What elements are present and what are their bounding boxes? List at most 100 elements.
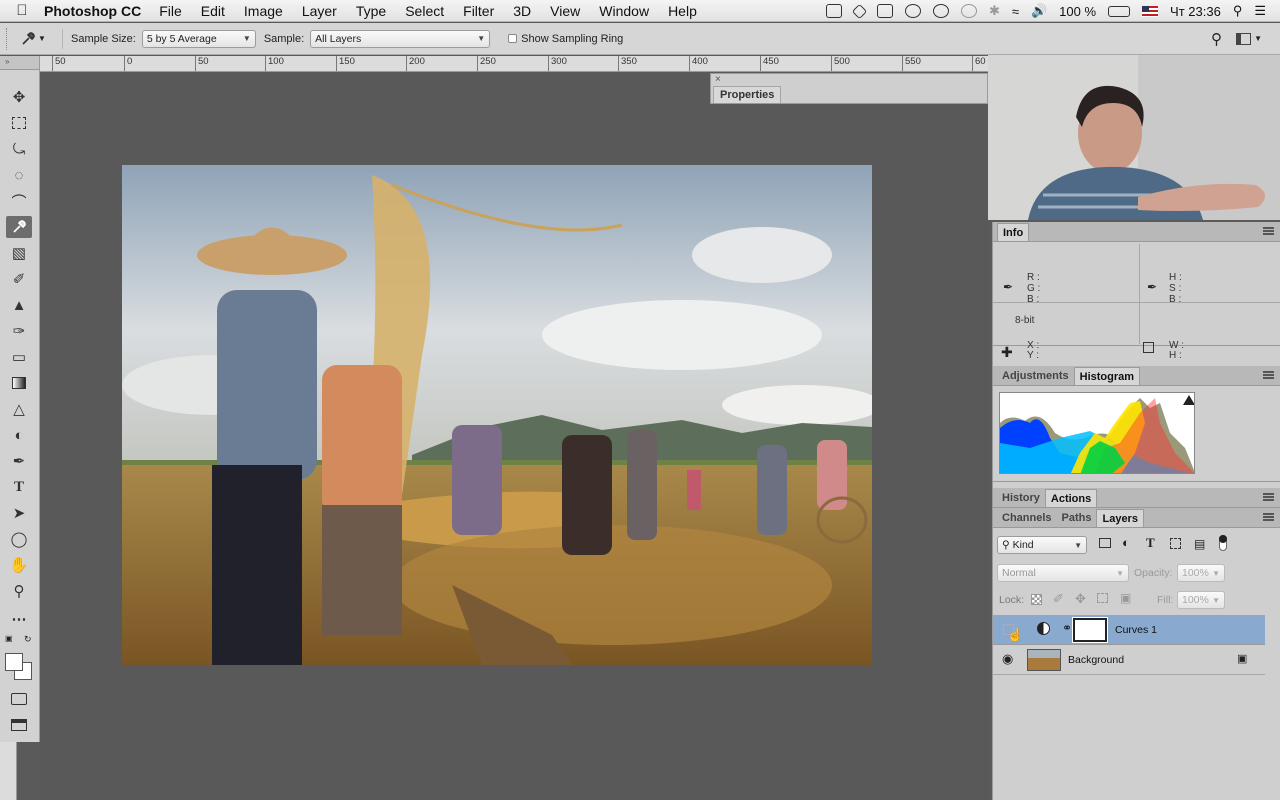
type-tool-icon[interactable]: T	[6, 476, 32, 498]
toolbox-collapse-icon[interactable]: »	[0, 56, 39, 70]
clock[interactable]: Чт 23:36	[1170, 4, 1221, 19]
bluetooth-icon[interactable]: ✱	[989, 3, 1000, 19]
layer-name[interactable]: Background	[1068, 654, 1124, 666]
quick-mask-icon[interactable]	[6, 688, 32, 710]
tab-layers[interactable]: Layers	[1096, 509, 1144, 527]
default-colors-icon[interactable]: ▣	[5, 634, 13, 643]
lock-transparent-icon[interactable]	[1031, 594, 1042, 605]
opacity-field[interactable]: 100% ▼	[1177, 564, 1225, 582]
close-panel-icon[interactable]: ×	[715, 74, 721, 85]
panel-menu-icon[interactable]	[1263, 493, 1274, 501]
eye-icon[interactable]: ◉	[1002, 651, 1013, 667]
workspace-switcher[interactable]: ▼	[1236, 32, 1262, 45]
menu-file[interactable]: File	[159, 3, 182, 19]
panel-menu-icon[interactable]	[1263, 371, 1274, 379]
layer-filter-select[interactable]: ⚲ Kind ▼	[997, 536, 1087, 554]
menu-3d[interactable]: 3D	[513, 3, 531, 19]
gradient-tool-icon[interactable]	[6, 372, 32, 394]
tab-actions[interactable]: Actions	[1044, 489, 1098, 507]
screen-mode-icon[interactable]	[6, 714, 32, 736]
apple-menu-icon[interactable]: 	[0, 2, 44, 19]
time-machine-icon[interactable]	[960, 4, 977, 18]
calendar-icon[interactable]	[876, 4, 893, 18]
eyedropper-tool-icon[interactable]	[6, 216, 32, 238]
brush-tool-icon[interactable]: ✐	[6, 268, 32, 290]
eraser-tool-icon[interactable]: ▭	[6, 346, 32, 368]
healing-brush-tool-icon[interactable]: ▧	[6, 242, 32, 264]
filter-shape-icon[interactable]	[1170, 538, 1181, 549]
filter-smart-object-icon[interactable]: ▤	[1194, 537, 1205, 551]
fill-field[interactable]: 100% ▼	[1177, 591, 1225, 609]
tool-preset-picker[interactable]: ▼	[20, 31, 54, 47]
lock-icon[interactable]: ▣	[1237, 652, 1247, 665]
blur-tool-icon[interactable]: △	[6, 398, 32, 420]
volume-icon[interactable]: 🔊	[1031, 3, 1047, 19]
quick-selection-tool-icon[interactable]: ◌	[6, 164, 32, 186]
panel-menu-icon[interactable]	[1263, 513, 1274, 521]
tab-info[interactable]: Info	[997, 223, 1030, 241]
crop-tool-icon[interactable]: ⌒	[6, 190, 32, 212]
options-bar-grip[interactable]	[6, 27, 14, 50]
ellipse-tool-icon[interactable]: ◯	[6, 528, 32, 550]
search-icon[interactable]: ⚲	[1211, 30, 1222, 48]
tab-channels[interactable]: Channels	[997, 509, 1057, 527]
layer-row[interactable]: ☝ ⚭ Curves 1	[993, 615, 1265, 645]
menu-filter[interactable]: Filter	[463, 3, 494, 19]
marquee-tool-icon[interactable]	[6, 112, 32, 134]
lock-all-icon[interactable]: ▣	[1120, 591, 1131, 605]
path-selection-tool-icon[interactable]: ➤	[6, 502, 32, 524]
battery-icon[interactable]	[1108, 5, 1131, 17]
history-brush-tool-icon[interactable]: ✑	[6, 320, 32, 342]
lock-artboard-icon[interactable]	[1097, 593, 1108, 603]
tab-paths[interactable]: Paths	[1057, 509, 1097, 527]
document-canvas[interactable]	[40, 73, 988, 800]
layer-thumbnail[interactable]	[1027, 649, 1061, 671]
more-tools-icon[interactable]: ⋯	[6, 608, 32, 630]
sampling-ring-checkbox[interactable]	[508, 34, 518, 43]
lock-position-icon[interactable]: ✥	[1075, 591, 1086, 607]
horizontal-ruler[interactable]: 50 0 50 100 150 200 250 300 350 400 450 …	[40, 56, 988, 72]
app-menu[interactable]: Photoshop CC	[44, 3, 141, 19]
filter-adjustment-icon[interactable]: ◐	[1122, 535, 1130, 550]
lock-pixels-icon[interactable]: ✐	[1053, 591, 1064, 607]
menu-type[interactable]: Type	[356, 3, 386, 19]
layer-row[interactable]: ◉ Background ▣	[993, 645, 1265, 675]
swap-colors-icon[interactable]: ↻	[24, 634, 32, 645]
tab-histogram[interactable]: Histogram	[1073, 367, 1141, 385]
tab-history[interactable]: History	[997, 489, 1045, 507]
blend-mode-select[interactable]: Normal ▼	[997, 564, 1129, 582]
dodge-tool-icon[interactable]: ◐	[6, 424, 32, 446]
pen-tool-icon[interactable]: ✒	[6, 450, 32, 472]
menu-layer[interactable]: Layer	[302, 3, 337, 19]
layer-name[interactable]: Curves 1	[1115, 624, 1157, 636]
menu-window[interactable]: Window	[599, 3, 649, 19]
dropbox-icon[interactable]	[851, 3, 868, 19]
sample-size-select[interactable]: 5 by 5 Average ▼	[141, 29, 256, 48]
menu-select[interactable]: Select	[405, 3, 444, 19]
input-source-flag-icon[interactable]	[1142, 5, 1159, 17]
wifi-icon[interactable]: ≈	[1012, 4, 1019, 19]
lasso-tool-icon[interactable]: ⤿	[6, 138, 32, 160]
notification-center-icon[interactable]: ☰	[1254, 3, 1266, 19]
menu-help[interactable]: Help	[668, 3, 697, 19]
filter-type-icon[interactable]: T	[1146, 535, 1155, 551]
filter-pixel-icon[interactable]	[1099, 538, 1111, 548]
panel-menu-icon[interactable]	[1263, 227, 1274, 235]
link-icon[interactable]: ⚭	[1062, 621, 1072, 635]
creative-cloud-icon[interactable]	[904, 4, 921, 18]
menu-view[interactable]: View	[550, 3, 580, 19]
move-tool-icon[interactable]: ✥	[6, 86, 32, 108]
spotlight-search-icon[interactable]: ⚲	[1233, 3, 1243, 19]
foreground-color-swatch[interactable]	[5, 653, 23, 671]
hand-tool-icon[interactable]: ✋	[6, 554, 32, 576]
battery-percent[interactable]: 100 %	[1059, 4, 1096, 19]
clone-stamp-tool-icon[interactable]: ▲	[6, 294, 32, 316]
sample-select[interactable]: All Layers ▼	[310, 29, 491, 48]
tab-adjustments[interactable]: Adjustments	[997, 367, 1074, 385]
zoom-tool-icon[interactable]: ⚲	[6, 580, 32, 602]
document-image[interactable]	[122, 165, 872, 665]
menu-image[interactable]: Image	[244, 3, 283, 19]
screen-record-icon[interactable]	[825, 4, 842, 18]
sampling-ring-option[interactable]: Show Sampling Ring	[508, 33, 623, 45]
layer-mask-thumbnail[interactable]	[1073, 618, 1107, 642]
